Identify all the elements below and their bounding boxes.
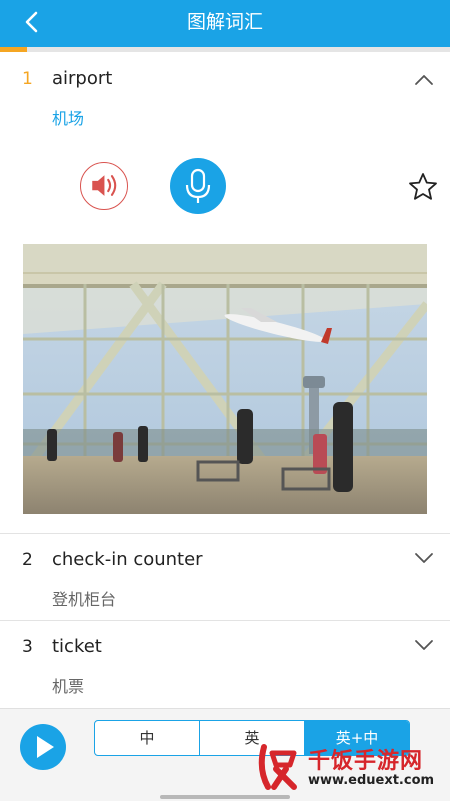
watermark-name: 千饭手游网 [308, 749, 424, 774]
chevron-up-icon[interactable] [414, 73, 434, 87]
speaker-icon [92, 175, 117, 196]
item-translation: 登机柜台 [52, 590, 117, 609]
airport-terminal-photo [23, 244, 427, 514]
item-number: 3 [22, 637, 33, 657]
item-word: check-in counter [52, 549, 203, 570]
chevron-down-icon[interactable] [414, 551, 434, 565]
watermark-logo-icon [258, 744, 297, 790]
mode-chinese[interactable]: 中 [95, 721, 199, 755]
chevron-down-icon[interactable] [414, 638, 434, 652]
microphone-icon [185, 168, 211, 203]
item-translation: 机场 [52, 109, 85, 128]
watermark-url: www.eduext.com [308, 773, 435, 788]
item-number: 2 [22, 550, 33, 570]
app-header: 图解词汇 [0, 0, 450, 47]
item-translation: 机票 [52, 677, 85, 696]
vocab-item-2[interactable]: 2 check-in counter 登机柜台 [0, 534, 450, 620]
item-word: airport [52, 68, 113, 89]
play-button[interactable] [20, 724, 66, 770]
page-title: 图解词汇 [186, 11, 263, 33]
star-outline-icon[interactable] [408, 172, 438, 202]
record-button[interactable] [170, 158, 226, 214]
item-word: ticket [52, 636, 102, 657]
speaker-button[interactable] [80, 162, 128, 210]
play-icon [37, 736, 54, 758]
watermark: 千饭手游网 www.eduext.com [250, 735, 450, 800]
item-number: 1 [22, 69, 33, 89]
vocab-item-3[interactable]: 3 ticket 机票 [0, 621, 450, 707]
